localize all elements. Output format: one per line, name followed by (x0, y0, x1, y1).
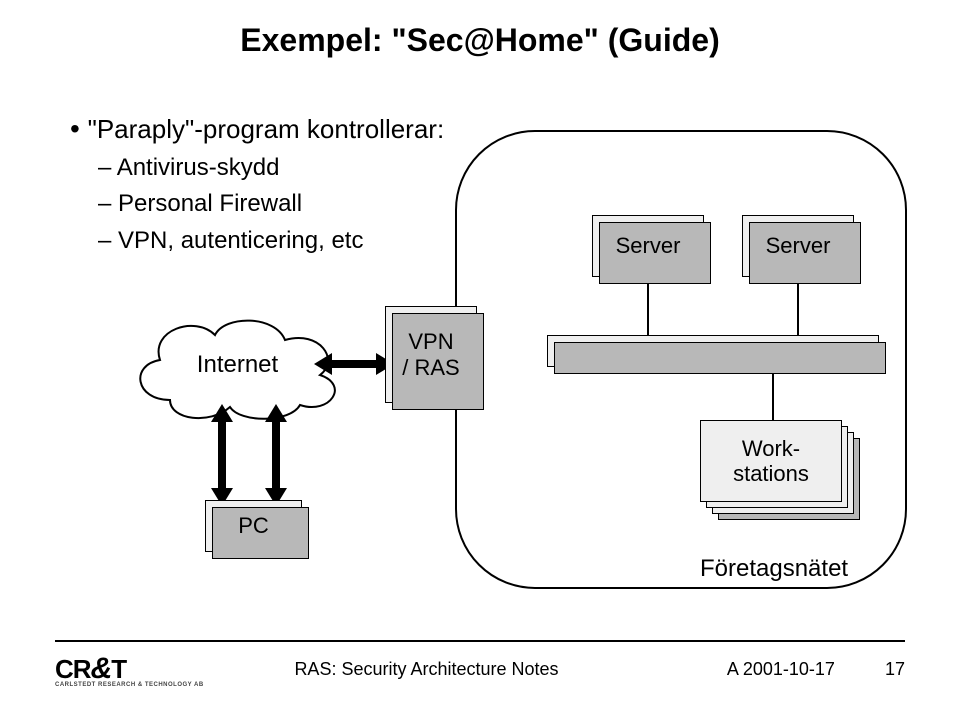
bullet-list: "Paraply"-program kontrollerar: Antiviru… (70, 110, 444, 257)
footer-center: RAS: Security Architecture Notes (294, 659, 558, 680)
workstation-layer1: Work- stations (700, 420, 842, 502)
arrow-cloud-vpn (330, 360, 378, 368)
workstations-stack: Work- stations (700, 420, 840, 500)
slide-title: Exempel: "Sec@Home" (Guide) (0, 22, 960, 59)
bullet-level2-firewall: Personal Firewall (98, 188, 444, 220)
arrow-pc-cloud-right (272, 420, 280, 490)
server-box-1: Server (592, 215, 704, 277)
server-1-label: Server (593, 216, 703, 276)
connector-server2 (797, 283, 799, 337)
connector-workstations (772, 373, 774, 426)
vpn-ras-box: VPN / RAS (385, 306, 477, 403)
footer-divider (55, 640, 905, 642)
arrow-pc-cloud-left (218, 420, 226, 490)
footer-right: A 2001-10-17 17 (727, 659, 905, 680)
connector-server1 (647, 283, 649, 337)
bullet-level2-vpn: VPN, autenticering, etc (98, 225, 444, 257)
vpn-text: VPN (402, 329, 459, 354)
server-box-2: Server (742, 215, 854, 277)
lan-bar (547, 335, 879, 367)
bullet-level2-antivirus: Antivirus-skydd (98, 152, 444, 184)
page-number: 17 (885, 659, 905, 679)
ras-text: / RAS (402, 355, 459, 380)
logo-subtext: CARLSTEDT RESEARCH & TECHNOLOGY AB (55, 682, 204, 688)
footer: CR & T RAS: Security Architecture Notes … (0, 652, 960, 686)
server-2-label: Server (743, 216, 853, 276)
pc-box: PC (205, 500, 302, 552)
workstations-label: Work- stations (701, 421, 841, 501)
vpn-ras-label: VPN / RAS (386, 307, 476, 402)
bullet-level1: "Paraply"-program kontrollerar: (70, 110, 444, 148)
logo: CR & T (55, 652, 126, 686)
ampersand-icon: & (91, 652, 112, 686)
enterprise-label: Företagsnätet (700, 555, 848, 583)
pc-label: PC (206, 501, 301, 551)
